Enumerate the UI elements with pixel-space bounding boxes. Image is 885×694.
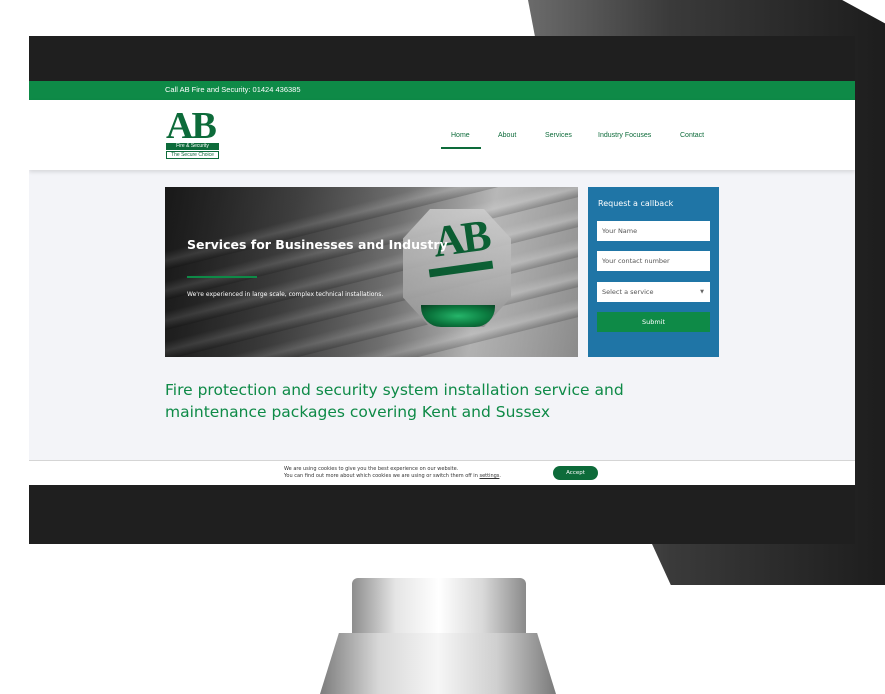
cookie-line-2-end: . (499, 473, 502, 479)
cookie-text: We are using cookies to give you the bes… (284, 466, 501, 480)
logo-tagline-1: Fire & Security (166, 143, 219, 150)
submit-button[interactable]: Submit (597, 312, 710, 332)
hero-overlay (165, 187, 578, 357)
site-logo[interactable]: AB Fire & Security The Secure Choice (166, 107, 219, 161)
call-phone-text[interactable]: Call AB Fire and Security: 01424 436385 (165, 85, 301, 94)
contact-number-input[interactable]: Your contact number (597, 251, 710, 271)
logo-tagline-2: The Secure Choice (166, 151, 219, 159)
top-bar: Call AB Fire and Security: 01424 436385 (29, 81, 855, 100)
hero-banner: AB Services for Businesses and Industry … (165, 187, 578, 357)
chevron-down-icon: ▼ (700, 289, 704, 295)
name-input[interactable]: Your Name (597, 221, 710, 241)
hero-accent-line (187, 276, 257, 278)
callback-heading: Request a callback (598, 199, 674, 208)
website-screen: Call AB Fire and Security: 01424 436385 … (29, 81, 855, 485)
nav-contact[interactable]: Contact (680, 132, 704, 139)
service-select[interactable]: Select a service ▼ (597, 282, 710, 302)
cookie-accept-button[interactable]: Accept (553, 466, 598, 480)
nav-home[interactable]: Home (451, 132, 470, 139)
stand-base (320, 633, 556, 694)
cookie-settings-link[interactable]: settings (479, 473, 499, 479)
page-tagline: Fire protection and security system inst… (165, 381, 624, 421)
stand-neck (352, 578, 526, 638)
nav-about[interactable]: About (498, 132, 516, 139)
service-select-value: Select a service (602, 288, 654, 296)
cookie-banner: We are using cookies to give you the bes… (29, 460, 855, 485)
callback-form: Request a callback Your Name Your contac… (588, 187, 719, 357)
monitor-stand (320, 578, 556, 694)
nav-services[interactable]: Services (545, 132, 572, 139)
site-header: AB Fire & Security The Secure Choice Hom… (29, 100, 855, 170)
logo-letters: AB (166, 105, 217, 147)
cookie-line-2: You can find out more about which cookie… (284, 473, 480, 479)
nav-active-indicator (441, 147, 481, 149)
hero-subtitle: We're experienced in large scale, comple… (187, 291, 384, 298)
nav-industry-focuses[interactable]: Industry Focuses (598, 132, 651, 139)
hero-title: Services for Businesses and Industry (187, 237, 448, 252)
cookie-line-1: We are using cookies to give you the bes… (284, 466, 459, 472)
